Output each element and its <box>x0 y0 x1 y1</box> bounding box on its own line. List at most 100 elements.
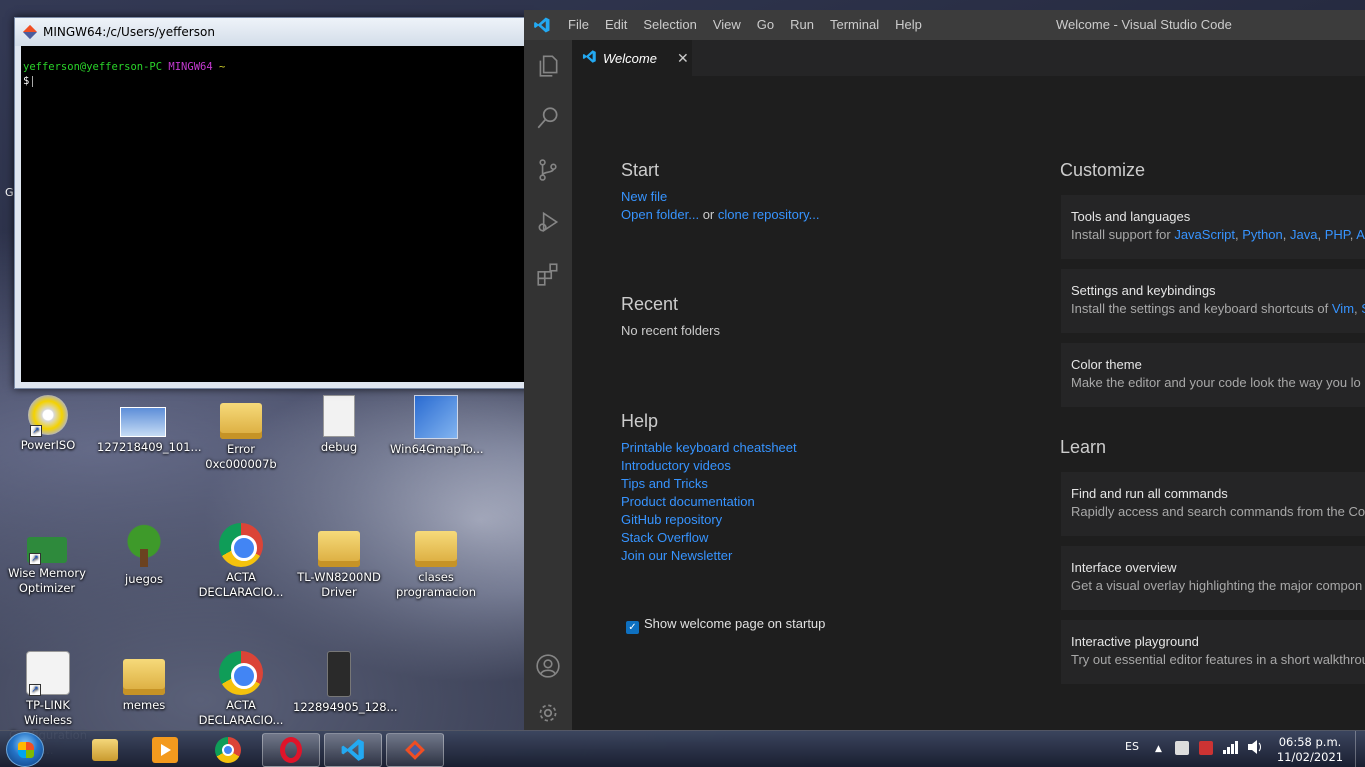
lang-link-python[interactable]: Python <box>1242 227 1282 242</box>
menu-go[interactable]: Go <box>749 10 782 40</box>
taskbar-clock[interactable]: 06:58 p.m. 11/02/2021 <box>1270 735 1350 765</box>
show-hidden-icons-icon[interactable]: ▲ <box>1155 731 1162 767</box>
learn-card-playground[interactable]: Interactive playground Try out essential… <box>1061 620 1365 684</box>
desktop-icon-acta-2[interactable]: ACTA DECLARACIO... <box>195 651 287 728</box>
card-title: Interactive playground <box>1071 634 1199 649</box>
start-button[interactable] <box>6 732 44 767</box>
card-title: Find and run all commands <box>1071 486 1228 501</box>
customize-card-tools[interactable]: Tools and languages Install support for … <box>1061 195 1365 259</box>
vscode-icon <box>340 737 366 763</box>
desktop-icon-label: ACTA DECLARACIO... <box>198 570 284 599</box>
help-links: Printable keyboard cheatsheet Introducto… <box>621 439 797 565</box>
card-desc-text: Install support for <box>1071 227 1175 242</box>
keymap-link-vim[interactable]: Vim <box>1332 301 1354 316</box>
desktop-icon-poweriso[interactable]: ↗ PowerISO <box>2 395 94 453</box>
network-signal-icon[interactable] <box>1222 739 1240 767</box>
desktop-icon-wise-memory[interactable]: ↗ Wise Memory Optimizer <box>1 523 93 596</box>
desktop-icon-win64gmap[interactable]: Win64GmapTo... <box>390 395 484 457</box>
accounts-icon[interactable] <box>524 640 572 692</box>
help-link-tips[interactable]: Tips and Tricks <box>621 475 797 493</box>
prompt-user: yefferson@yefferson-PC <box>23 61 163 73</box>
desktop-icon-acta-1[interactable]: ACTA DECLARACIO... <box>195 523 287 600</box>
checkbox-checked-icon[interactable]: ✓ <box>626 621 639 634</box>
run-debug-icon[interactable] <box>524 196 572 248</box>
clone-repository-link[interactable]: clone repository... <box>718 207 820 222</box>
desktop-icon-label: Wise Memory Optimizer <box>8 566 86 595</box>
installer-icon <box>414 395 458 439</box>
card-description: Get a visual overlay highlighting the ma… <box>1071 578 1363 593</box>
mingw-terminal-window[interactable]: MINGW64:/c/Users/yefferson yefferson@yef… <box>14 17 534 389</box>
terminal-input-line[interactable]: $ <box>23 74 529 88</box>
taskbar-explorer-button[interactable] <box>76 733 134 767</box>
desktop-icon-clases[interactable]: clases programacion <box>390 523 482 600</box>
desktop-icon-image[interactable]: 127218409_101... <box>97 395 202 455</box>
help-link-videos[interactable]: Introductory videos <box>621 457 797 475</box>
gear-icon[interactable] <box>524 692 572 730</box>
tab-welcome[interactable]: Welcome ✕ <box>572 40 692 76</box>
terminal-titlebar[interactable]: MINGW64:/c/Users/yefferson <box>15 18 533 46</box>
desktop-icon-juegos[interactable]: juegos <box>98 523 190 587</box>
menu-selection[interactable]: Selection <box>635 10 704 40</box>
taskbar-vscode-button[interactable] <box>324 733 382 767</box>
taskbar-media-button[interactable] <box>136 733 194 767</box>
desktop-icon-tl-wn8200nd[interactable]: TL-WN8200ND Driver <box>293 523 385 600</box>
language-indicator[interactable]: ES <box>1125 731 1139 767</box>
learn-card-interface[interactable]: Interface overview Get a visual overlay … <box>1061 546 1365 610</box>
keymap-link-sublime[interactable]: S <box>1361 301 1365 316</box>
terminal-output[interactable]: yefferson@yefferson-PC MINGW64 ~ $ <box>21 46 531 382</box>
customize-card-keybindings[interactable]: Settings and keybindings Install the set… <box>1061 269 1365 333</box>
menu-edit[interactable]: Edit <box>597 10 635 40</box>
new-file-link[interactable]: New file <box>621 188 820 206</box>
lang-link-php[interactable]: PHP <box>1325 227 1350 242</box>
lang-link-java[interactable]: Java <box>1290 227 1317 242</box>
menu-terminal[interactable]: Terminal <box>822 10 887 40</box>
taskbar-git-button[interactable] <box>386 733 444 767</box>
security-alert-icon[interactable] <box>1199 741 1213 755</box>
menu-help[interactable]: Help <box>887 10 930 40</box>
help-link-docs[interactable]: Product documentation <box>621 493 797 511</box>
explorer-icon[interactable] <box>524 40 572 92</box>
close-icon[interactable]: ✕ <box>677 50 689 67</box>
show-welcome-toggle[interactable]: ✓ Show welcome page on startup <box>626 616 825 634</box>
menu-view[interactable]: View <box>705 10 749 40</box>
window-title: Welcome - Visual Studio Code <box>1056 17 1232 32</box>
desktop-icon-label: juegos <box>125 572 163 586</box>
image-file-icon <box>327 651 351 697</box>
vscode-titlebar[interactable]: File Edit Selection View Go Run Terminal… <box>524 10 1365 40</box>
desktop-icon-122894905[interactable]: 122894905_128... <box>293 651 398 715</box>
lang-link-azure[interactable]: Azu <box>1356 227 1365 242</box>
desktop-icon-error-folder[interactable]: Error 0xc000007b <box>195 395 287 472</box>
volume-icon[interactable] <box>1246 739 1264 767</box>
action-center-icon[interactable] <box>1175 741 1189 755</box>
media-player-icon <box>152 737 178 763</box>
menu-file[interactable]: File <box>560 10 597 40</box>
card-title: Settings and keybindings <box>1071 283 1216 298</box>
help-link-github[interactable]: GitHub repository <box>621 511 797 529</box>
open-folder-link[interactable]: Open folder... <box>621 207 699 222</box>
learn-card-commands[interactable]: Find and run all commands Rapidly access… <box>1061 472 1365 536</box>
customize-card-color-theme[interactable]: Color theme Make the editor and your cod… <box>1061 343 1365 407</box>
source-control-icon[interactable] <box>524 144 572 196</box>
image-file-icon <box>120 407 166 437</box>
extensions-icon[interactable] <box>524 248 572 300</box>
desktop-icon-memes[interactable]: memes <box>98 651 190 713</box>
prompt-symbol: $ <box>23 75 30 87</box>
vscode-window[interactable]: File Edit Selection View Go Run Terminal… <box>524 10 1365 730</box>
lang-link-javascript[interactable]: JavaScript <box>1174 227 1235 242</box>
taskbar-chrome-button[interactable] <box>199 733 257 767</box>
taskbar-opera-button[interactable] <box>262 733 320 767</box>
help-link-newsletter[interactable]: Join our Newsletter <box>621 547 797 565</box>
help-link-stackoverflow[interactable]: Stack Overflow <box>621 529 797 547</box>
vscode-logo-icon <box>582 49 597 67</box>
search-icon[interactable] <box>524 92 572 144</box>
wifi-config-icon: ↗ <box>26 651 70 696</box>
menu-run[interactable]: Run <box>782 10 822 40</box>
help-link-cheatsheet[interactable]: Printable keyboard cheatsheet <box>621 439 797 457</box>
tree-folder-icon <box>120 523 168 569</box>
desktop-stray-label: G <box>5 186 14 199</box>
show-desktop-button[interactable] <box>1355 731 1365 767</box>
start-heading: Start <box>621 160 660 180</box>
desktop-icon-debug[interactable]: debug <box>293 395 385 455</box>
folder-icon <box>415 531 457 567</box>
tab-label: Welcome <box>603 50 657 66</box>
